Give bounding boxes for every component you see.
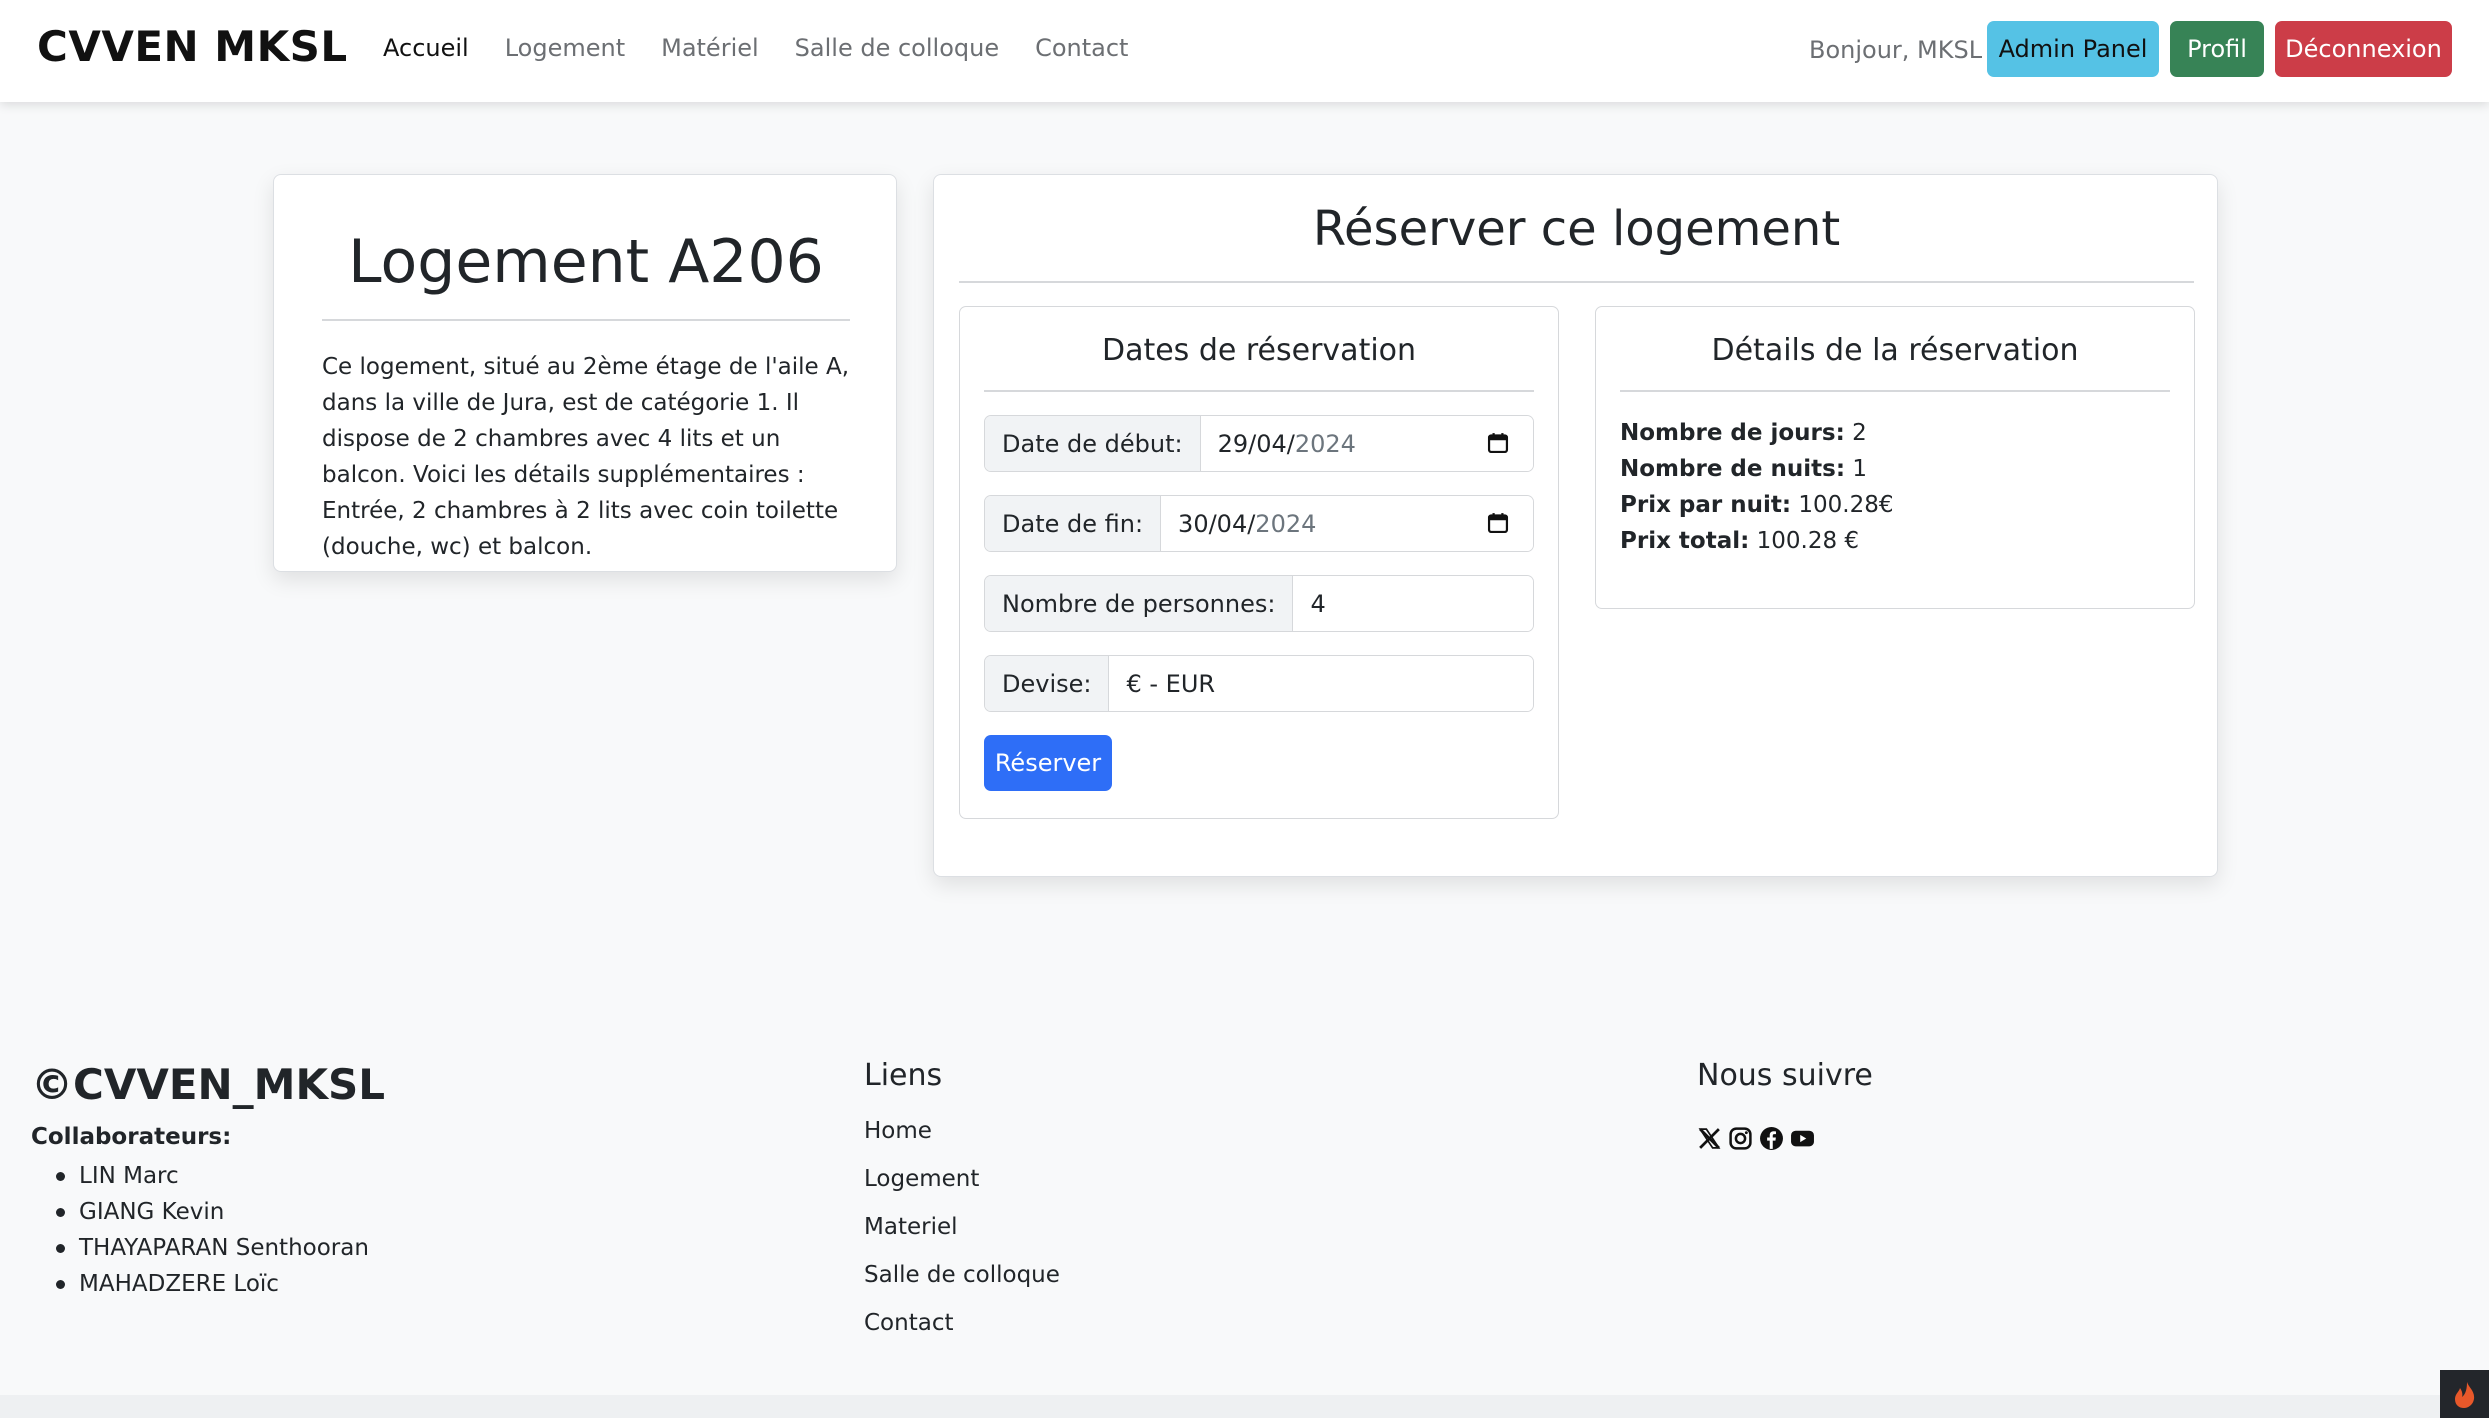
list-item: GIANG Kevin <box>56 1194 369 1230</box>
footer-bottom-bar <box>0 1395 2489 1418</box>
days-value: 2 <box>1852 420 1867 446</box>
social-icons <box>1697 1126 1815 1151</box>
end-date-year: 2024 <box>1255 509 1317 538</box>
start-date-input[interactable]: 29/04/2024 <box>1200 416 1533 471</box>
profil-button[interactable]: Profil <box>2170 21 2264 77</box>
price-night-row: Prix par nuit: 100.28€ <box>1620 487 1894 523</box>
days-label: Nombre de jours: <box>1620 420 1845 446</box>
nav-link-accueil[interactable]: Accueil <box>383 34 469 62</box>
user-greeting: Bonjour, MKSL <box>1809 36 1983 64</box>
end-date-input[interactable]: 30/04/2024 <box>1161 496 1533 551</box>
x-icon[interactable] <box>1697 1126 1722 1151</box>
start-date-label: Date de début: <box>985 416 1201 471</box>
logement-description: Ce logement, situé au 2ème étage de l'ai… <box>322 354 850 560</box>
footer: ©CVVEN_MKSL Collaborateurs: LIN Marc GIA… <box>0 1022 2489 1395</box>
dates-title: Dates de réservation <box>1101 333 1417 368</box>
start-date-year: 2024 <box>1294 429 1356 458</box>
footer-link-salle-de-colloque[interactable]: Salle de colloque <box>864 1262 1060 1310</box>
footer-links: Home Logement Materiel Salle de colloque… <box>864 1118 1060 1358</box>
footer-link-home[interactable]: Home <box>864 1118 1060 1166</box>
nights-row: Nombre de nuits: 1 <box>1620 451 1894 487</box>
calendar-icon[interactable] <box>1487 432 1509 454</box>
reservation-card: Réserver ce logement Dates de réservatio… <box>933 174 2218 877</box>
dates-card: Dates de réservation Date de début: 29/0… <box>959 306 1559 819</box>
list-item: MAHADZERE Loïc <box>56 1266 369 1302</box>
currency-label: Devise: <box>985 656 1110 711</box>
details-list: Nombre de jours: 2 Nombre de nuits: 1 Pr… <box>1620 415 1894 559</box>
divider <box>959 281 2194 283</box>
navbar: CVVEN MKSL Accueil Logement Matériel Sal… <box>0 0 2489 102</box>
list-item: THAYAPARAN Senthooran <box>56 1230 369 1266</box>
divider <box>984 390 1534 392</box>
nav-link-logement[interactable]: Logement <box>505 34 625 62</box>
persons-input[interactable]: 4 <box>1293 576 1533 631</box>
follow-title: Nous suivre <box>1697 1058 1873 1093</box>
footer-link-contact[interactable]: Contact <box>864 1310 1060 1358</box>
collaborators-list: LIN Marc GIANG Kevin THAYAPARAN Senthoor… <box>56 1158 369 1302</box>
collaborators-label: Collaborateurs: <box>31 1124 232 1150</box>
persons-group: Nombre de personnes: 4 <box>984 575 1534 632</box>
currency-select[interactable]: € - EUR <box>1109 656 1533 711</box>
logement-title: Logement A206 <box>348 227 824 297</box>
youtube-icon[interactable] <box>1790 1126 1815 1151</box>
days-row: Nombre de jours: 2 <box>1620 415 1894 451</box>
price-night-value: 100.28€ <box>1798 492 1894 518</box>
details-card: Détails de la réservation Nombre de jour… <box>1595 306 2195 609</box>
nights-value: 1 <box>1852 456 1867 482</box>
logement-card: Logement A206 Ce logement, situé au 2ème… <box>273 174 897 572</box>
reserve-button[interactable]: Réserver <box>984 735 1112 791</box>
details-title: Détails de la réservation <box>1711 333 2079 368</box>
list-item: LIN Marc <box>56 1158 369 1194</box>
divider <box>322 319 850 321</box>
persons-label: Nombre de personnes: <box>985 576 1294 631</box>
reservation-title: Réserver ce logement <box>1312 201 1841 257</box>
brand-logo[interactable]: CVVEN MKSL <box>37 22 348 71</box>
logout-button[interactable]: Déconnexion <box>2275 21 2452 77</box>
divider <box>1620 390 2170 392</box>
nav-link-contact[interactable]: Contact <box>1035 34 1128 62</box>
footer-link-logement[interactable]: Logement <box>864 1166 1060 1214</box>
footer-link-materiel[interactable]: Materiel <box>864 1214 1060 1262</box>
price-night-label: Prix par nuit: <box>1620 492 1792 518</box>
total-value: 100.28 € <box>1756 528 1860 554</box>
facebook-icon[interactable] <box>1759 1126 1784 1151</box>
start-date-daymonth: 29/04/ <box>1217 429 1295 458</box>
flame-icon[interactable] <box>2440 1370 2489 1418</box>
end-date-label: Date de fin: <box>985 496 1162 551</box>
nav-link-materiel[interactable]: Matériel <box>661 34 759 62</box>
end-date-daymonth: 30/04/ <box>1178 509 1256 538</box>
end-date-group: Date de fin: 30/04/2024 <box>984 495 1534 552</box>
nights-label: Nombre de nuits: <box>1620 456 1846 482</box>
admin-panel-button[interactable]: Admin Panel <box>1987 21 2159 77</box>
nav-link-salle-de-colloque[interactable]: Salle de colloque <box>795 34 999 62</box>
calendar-icon[interactable] <box>1487 512 1509 534</box>
links-title: Liens <box>864 1058 943 1093</box>
currency-group: Devise: € - EUR <box>984 655 1534 712</box>
footer-brand: ©CVVEN_MKSL <box>31 1060 386 1109</box>
total-row: Prix total: 100.28 € <box>1620 523 1894 559</box>
start-date-group: Date de début: 29/04/2024 <box>984 415 1534 472</box>
nav-links: Accueil Logement Matériel Salle de collo… <box>383 34 1164 62</box>
instagram-icon[interactable] <box>1728 1126 1753 1151</box>
total-label: Prix total: <box>1620 528 1750 554</box>
